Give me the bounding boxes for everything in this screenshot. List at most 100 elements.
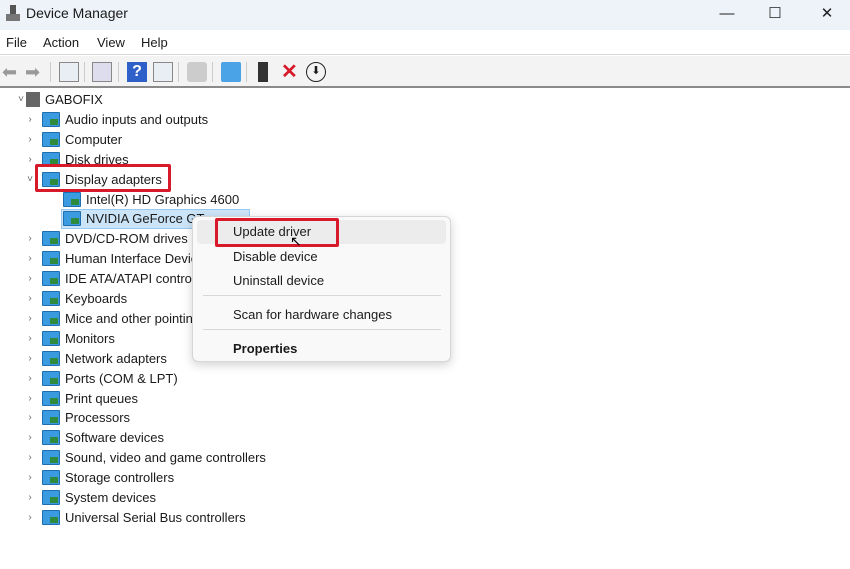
tree-item[interactable]: › System devices: [0, 488, 400, 508]
tree-item-label: Monitors: [65, 330, 115, 346]
chevron-down-icon[interactable]: ˅: [25, 170, 35, 190]
action-pane-icon[interactable]: [153, 62, 173, 82]
tree-item-label: Ports (COM & LPT): [65, 370, 178, 386]
menu-item-scan-hardware[interactable]: Scan for hardware changes: [197, 303, 446, 327]
menu-help[interactable]: Help: [141, 35, 168, 50]
menu-view[interactable]: View: [97, 35, 125, 50]
properties-icon[interactable]: [92, 62, 112, 82]
tree-item-label: Storage controllers: [65, 470, 175, 486]
device-category-icon: [42, 271, 60, 287]
maximize-button[interactable]: ☐: [760, 4, 790, 24]
back-icon[interactable]: ⬅: [2, 62, 22, 82]
device-category-icon: [42, 370, 60, 386]
chevron-right-icon[interactable]: ›: [25, 249, 35, 269]
device-category-icon: [42, 470, 60, 486]
tree-item[interactable]: › Storage controllers: [0, 468, 400, 488]
show-hide-console-tree-icon[interactable]: [59, 62, 79, 82]
tree-item[interactable]: › Software devices: [0, 428, 400, 448]
device-category-icon: [42, 251, 60, 267]
computer-root-icon: [26, 92, 40, 107]
tree-item-label: Human Interface Devices: [65, 251, 211, 267]
device-category-icon: [42, 350, 60, 366]
chevron-right-icon[interactable]: ›: [25, 389, 35, 409]
chevron-down-icon[interactable]: ˅: [16, 90, 26, 110]
close-button[interactable]: ✕: [812, 4, 842, 24]
toolbar: ⬅ ➡ ? ✕ ⬇: [0, 56, 850, 88]
device-category-icon: [42, 430, 60, 446]
chevron-right-icon[interactable]: ›: [25, 309, 35, 329]
menu-file[interactable]: File: [6, 35, 27, 50]
chevron-right-icon[interactable]: ›: [25, 369, 35, 389]
chevron-right-icon[interactable]: ›: [25, 269, 35, 289]
scan-hardware-icon[interactable]: [221, 62, 241, 82]
tree-item-label: Audio inputs and outputs: [65, 111, 209, 127]
update-driver-icon[interactable]: [187, 62, 207, 82]
forward-icon[interactable]: ➡: [25, 62, 45, 82]
chevron-right-icon[interactable]: ›: [25, 229, 35, 249]
tree-item[interactable]: › Computer: [0, 130, 400, 150]
device-category-icon: [42, 390, 60, 406]
chevron-right-icon[interactable]: ›: [25, 468, 35, 488]
display-adapter-icon: [63, 211, 81, 227]
tree-item-label: Software devices: [65, 430, 164, 446]
device-category-icon: [42, 490, 60, 505]
minimize-button[interactable]: —: [712, 4, 742, 24]
tree-item-label: GABOFIX: [45, 92, 103, 107]
device-category-icon: [42, 291, 60, 306]
tree-item-label: Sound, video and game controllers: [65, 450, 266, 466]
device-category-icon: [42, 509, 60, 525]
tree-item[interactable]: › Processors: [0, 408, 400, 428]
disable-icon[interactable]: ⬇: [306, 62, 326, 82]
chevron-right-icon[interactable]: ›: [25, 349, 35, 369]
device-category-icon: [42, 231, 60, 247]
highlight-update-driver: [215, 218, 339, 247]
device-manager-icon: [6, 5, 20, 21]
chevron-right-icon[interactable]: ›: [25, 408, 35, 428]
title-bar: Device Manager — ☐ ✕: [0, 0, 850, 30]
device-category-icon: [42, 111, 60, 127]
tree-item-label: System devices: [65, 490, 157, 505]
menu-bar: File Action View Help: [0, 30, 850, 55]
chevron-right-icon[interactable]: ›: [25, 508, 35, 528]
tree-item[interactable]: › Audio inputs and outputs: [0, 110, 400, 130]
chevron-right-icon[interactable]: ›: [25, 329, 35, 349]
tree-item[interactable]: › Ports (COM & LPT): [0, 369, 400, 389]
window-title: Device Manager: [26, 5, 128, 21]
chevron-right-icon[interactable]: ›: [25, 448, 35, 468]
menu-separator: [203, 329, 441, 330]
tree-item-label: DVD/CD-ROM drives: [65, 231, 188, 247]
tree-item-label: Keyboards: [65, 291, 128, 306]
menu-separator: [203, 295, 441, 296]
tree-item-label: Processors: [65, 410, 131, 426]
device-category-icon: [42, 410, 60, 426]
help-icon[interactable]: ?: [127, 62, 147, 82]
tree-item-label: Network adapters: [65, 350, 167, 366]
tree-child-item[interactable]: Intel(R) HD Graphics 4600: [0, 190, 300, 210]
menu-action[interactable]: Action: [43, 35, 79, 50]
tree-item-label: NVIDIA GeForce GT: [86, 211, 205, 227]
tree-item-label: Computer: [65, 131, 123, 147]
chevron-right-icon[interactable]: ›: [25, 110, 35, 130]
device-category-icon: [42, 310, 60, 326]
tree-root[interactable]: ˅ GABOFIX: [0, 90, 300, 110]
device-category-icon: [42, 131, 60, 147]
chevron-right-icon[interactable]: ›: [25, 488, 35, 508]
chevron-right-icon[interactable]: ›: [25, 150, 35, 170]
tree-item[interactable]: › Sound, video and game controllers: [0, 448, 400, 468]
menu-item-uninstall-device[interactable]: Uninstall device: [197, 269, 446, 293]
highlight-display-adapters: [35, 164, 171, 192]
uninstall-icon[interactable]: ✕: [281, 62, 301, 82]
chevron-right-icon[interactable]: ›: [25, 428, 35, 448]
menu-item-disable-device[interactable]: Disable device: [197, 245, 446, 269]
mouse-cursor-icon: ↖: [290, 233, 302, 249]
tree-item-label: Print queues: [65, 390, 138, 406]
menu-item-properties[interactable]: Properties: [197, 337, 446, 361]
chevron-right-icon[interactable]: ›: [25, 130, 35, 150]
tree-item[interactable]: › Universal Serial Bus controllers: [0, 508, 400, 528]
device-category-icon: [42, 330, 60, 346]
tree-item[interactable]: › Print queues: [0, 389, 400, 409]
tree-item-label: Intel(R) HD Graphics 4600: [86, 191, 240, 207]
display-adapter-icon: [63, 191, 81, 207]
chevron-right-icon[interactable]: ›: [25, 289, 35, 309]
add-legacy-hardware-icon[interactable]: [258, 62, 268, 82]
